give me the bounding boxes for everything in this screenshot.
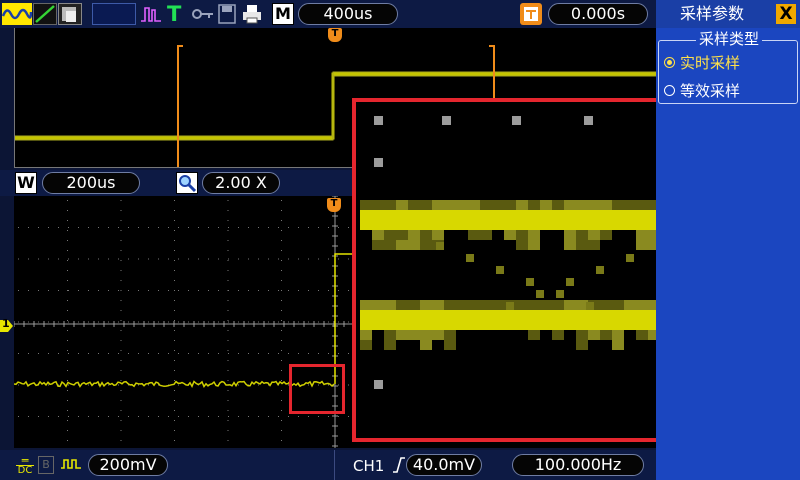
window-left-bracket (177, 45, 179, 167)
math-pulse-icon[interactable] (140, 3, 162, 25)
close-icon[interactable]: X (776, 4, 796, 24)
invert-icon[interactable] (60, 456, 82, 474)
magnifier-icon[interactable] (176, 172, 198, 194)
frequency-readout[interactable]: 100.000Hz (512, 454, 644, 476)
save-icon[interactable] (217, 3, 237, 25)
persistence-icon[interactable] (58, 3, 82, 25)
window-timebase-readout[interactable]: 200us (42, 172, 140, 194)
trigger-t-icon[interactable]: T (167, 3, 185, 25)
window-w-button[interactable]: W (15, 172, 37, 194)
vector-display-icon[interactable] (33, 3, 57, 25)
volts-per-div-readout[interactable]: 200mV (88, 454, 168, 476)
coupling-dc-icon[interactable]: ═ DC (16, 455, 34, 476)
radio-selected-icon (664, 57, 675, 68)
zoom-source-box (289, 364, 345, 414)
waveform-mode-icon[interactable] (1, 3, 33, 25)
rising-edge-icon[interactable] (392, 456, 406, 474)
sampling-type-label: 采样类型 (696, 30, 763, 48)
trigger-position-readout[interactable]: 0.000s (548, 3, 648, 25)
menu-m-button[interactable]: M (272, 3, 294, 25)
zoom-factor-readout[interactable]: 2.00 X (202, 172, 280, 194)
blank-slot-icon (92, 3, 136, 25)
sampling-menu-panel: 采样参数 X 采样类型 实时采样 等效采样 (656, 0, 800, 480)
bottom-status-bar: ═ DC B 200mV CH1 40.0mV 100.000Hz (0, 450, 656, 480)
main-trigger-marker: T (327, 198, 341, 212)
print-icon[interactable] (241, 3, 263, 25)
top-toolbar: T M 400us 0.000s (0, 0, 656, 28)
trigger-position-icon[interactable] (520, 3, 542, 25)
key-icon[interactable] (191, 3, 215, 25)
channel-1-marker[interactable]: 1 (0, 317, 14, 332)
bandwidth-limit-icon[interactable]: B (38, 456, 54, 474)
option-equivalent-sampling[interactable]: 等效采样 (664, 81, 740, 101)
divider (334, 450, 335, 480)
trigger-channel-label: CH1 (353, 457, 385, 475)
option-realtime-sampling[interactable]: 实时采样 (664, 53, 740, 73)
trigger-level-readout[interactable]: 40.0mV (406, 454, 482, 476)
radio-icon (664, 85, 675, 96)
overview-trigger-marker: T (328, 28, 342, 42)
timebase-readout[interactable]: 400us (298, 3, 398, 25)
